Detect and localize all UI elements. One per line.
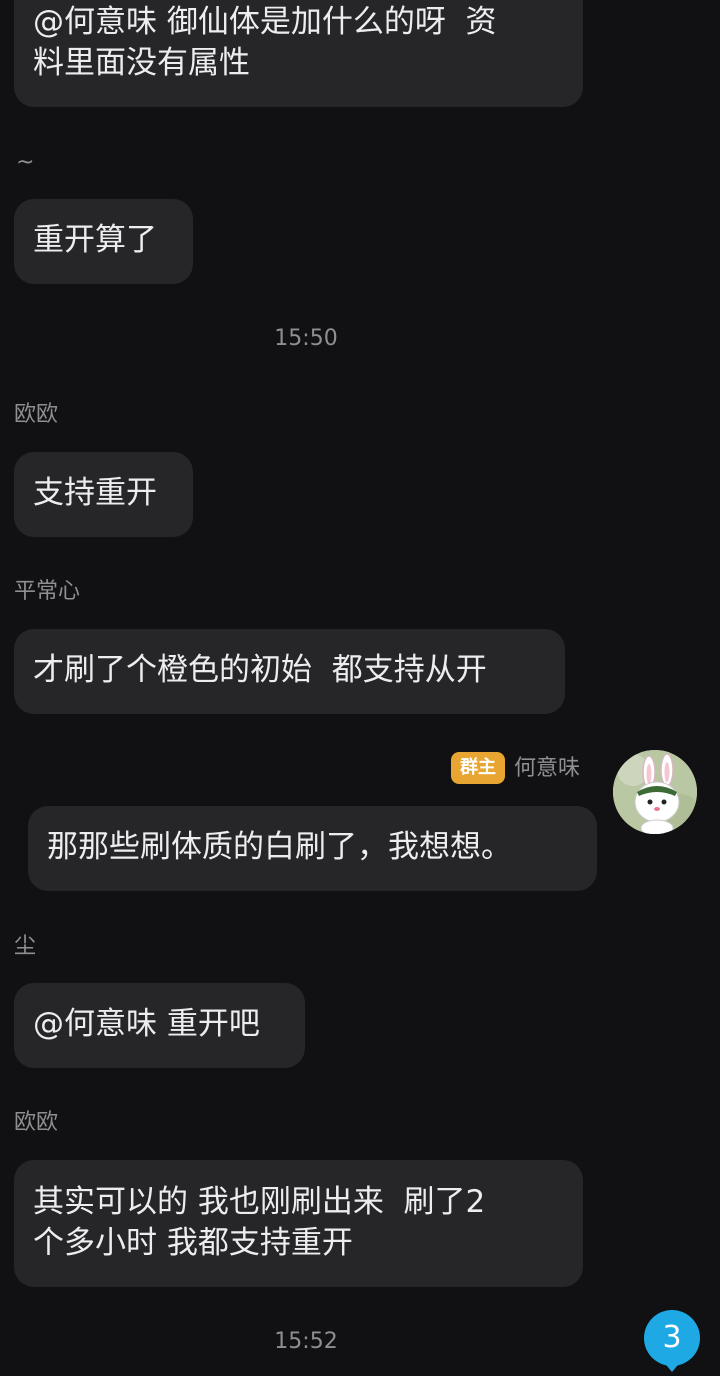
- sender-name[interactable]: 欧欧: [14, 1110, 58, 1136]
- message-bubble[interactable]: @何意味 御仙体是加什么的呀 资 料里面没有属性: [14, 0, 583, 107]
- timestamp: 15:50: [274, 326, 338, 351]
- sender-name[interactable]: ~: [16, 150, 34, 176]
- message-bubble[interactable]: 支持重开: [14, 452, 193, 537]
- message-bubble[interactable]: 其实可以的 我也刚刷出来 刷了2 个多小时 我都支持重开: [14, 1160, 583, 1287]
- message-bubble[interactable]: 重开算了: [14, 199, 193, 284]
- sender-name[interactable]: 平常心: [14, 579, 80, 605]
- message-bubble[interactable]: @何意味 重开吧: [14, 983, 305, 1068]
- message-bubble[interactable]: 才刷了个橙色的初始 都支持从开: [14, 629, 565, 714]
- sender-name[interactable]: 何意味: [514, 756, 580, 782]
- sender-name[interactable]: 尘: [14, 934, 36, 960]
- sender-name[interactable]: 欧欧: [14, 402, 58, 428]
- unread-count-badge[interactable]: 3: [644, 1310, 700, 1366]
- message-bubble[interactable]: 那那些刷体质的白刷了，我想想。: [28, 806, 597, 891]
- group-owner-badge: 群主: [451, 752, 505, 784]
- unread-badge-pointer-icon: [662, 1360, 682, 1372]
- timestamp: 15:52: [274, 1329, 338, 1354]
- rabbit-avatar-icon[interactable]: [613, 750, 697, 834]
